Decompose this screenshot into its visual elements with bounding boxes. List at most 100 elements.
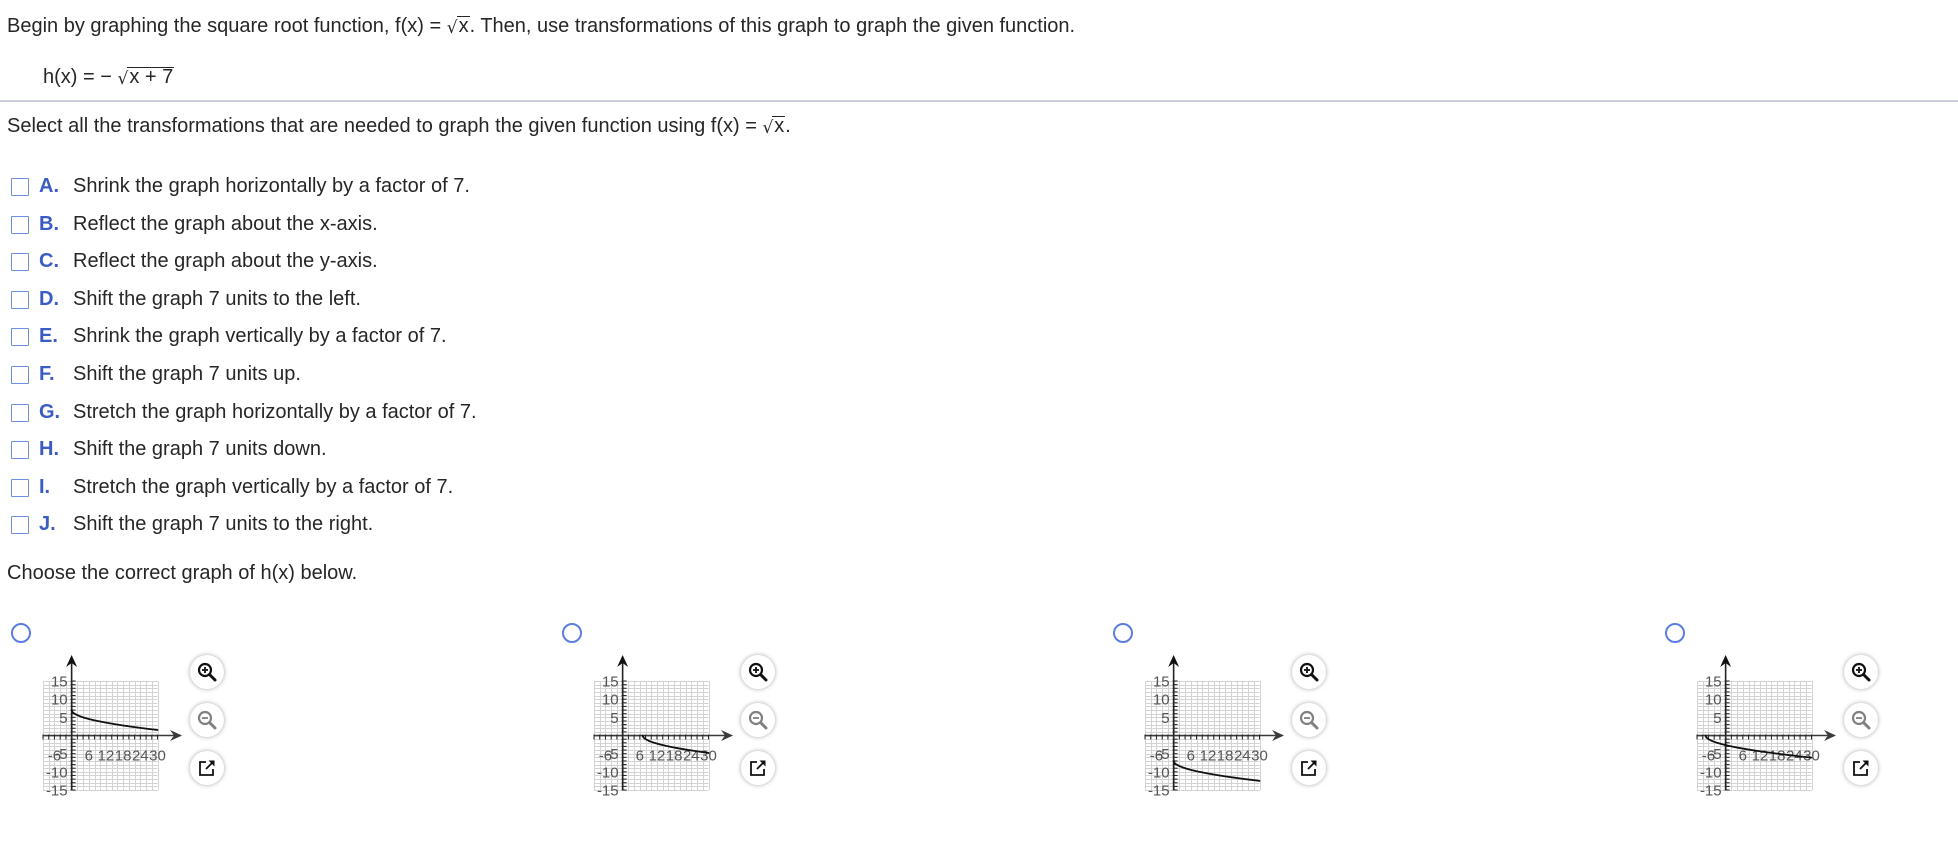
- x-tick-label: 18: [1217, 748, 1234, 765]
- option-letter: A.: [39, 175, 59, 197]
- option-g[interactable]: G. Stretch the graph horizontally by a f…: [0, 400, 700, 424]
- option-i[interactable]: I. Stretch the graph vertically by a fac…: [0, 475, 700, 499]
- graph-choice-3: 15 10 5 -5 -10 -15 -6 6 12 18 24 30: [1102, 600, 1362, 820]
- option-d[interactable]: D. Shift the graph 7 units to the left.: [0, 287, 700, 311]
- x-tick-label: 30: [1803, 748, 1820, 765]
- x-tick-label: 18: [666, 748, 683, 765]
- y-tick-label: 10: [51, 692, 68, 709]
- x-tick-label: 30: [149, 748, 166, 765]
- option-b[interactable]: B. Reflect the graph about the x-axis.: [0, 212, 700, 236]
- zoom-in-icon: [1851, 662, 1871, 682]
- given-function-sign: −: [100, 66, 118, 88]
- option-text[interactable]: Stretch the graph vertically by a factor…: [73, 475, 453, 499]
- y-tick-label: 10: [1705, 692, 1722, 709]
- option-checkbox[interactable]: [11, 178, 29, 196]
- y-tick-label: 15: [602, 674, 619, 691]
- option-e[interactable]: E. Shrink the graph vertically by a fact…: [0, 324, 700, 348]
- zoom-out-button[interactable]: [741, 703, 775, 737]
- zoom-in-icon: [197, 662, 217, 682]
- option-h[interactable]: H. Shift the graph 7 units down.: [0, 437, 700, 461]
- x-tick-label: 18: [1769, 748, 1786, 765]
- question-intro: Begin by graphing the square root functi…: [7, 14, 1075, 39]
- option-text[interactable]: Shrink the graph vertically by a factor …: [73, 324, 447, 348]
- option-text[interactable]: Stretch the graph horizontally by a fact…: [73, 400, 477, 424]
- open-graph-window-button[interactable]: [741, 751, 775, 785]
- option-letter: B.: [39, 212, 59, 235]
- x-tick-label: 12: [98, 748, 115, 765]
- sqrt-expression: √x: [447, 14, 470, 39]
- x-tick-label: 12: [1200, 748, 1217, 765]
- popout-icon: [1853, 760, 1869, 776]
- zoom-out-icon: [1299, 710, 1319, 730]
- option-letter: D.: [39, 287, 59, 310]
- x-tick-label: 6: [1187, 748, 1195, 765]
- option-text[interactable]: Shift the graph 7 units to the right.: [73, 512, 373, 536]
- option-checkbox[interactable]: [11, 253, 29, 272]
- zoom-in-button[interactable]: [1292, 655, 1326, 689]
- option-text[interactable]: Shift the graph 7 units up.: [73, 362, 301, 386]
- graph-1: 15105-5-10-15-6 6 12 18 24 30: [42, 655, 182, 800]
- option-j[interactable]: J. Shift the graph 7 units to the right.: [0, 512, 700, 536]
- open-graph-window-button[interactable]: [190, 751, 224, 785]
- option-checkbox[interactable]: [11, 366, 29, 384]
- zoom-in-button[interactable]: [741, 655, 775, 689]
- x-tick-label: 24: [1234, 748, 1251, 765]
- option-f[interactable]: F. Shift the graph 7 units up.: [0, 362, 700, 386]
- y-tick-label: -10: [1700, 764, 1722, 781]
- radicand: x + 7: [127, 66, 175, 88]
- option-letter: C.: [39, 250, 59, 273]
- option-checkbox[interactable]: [11, 290, 29, 309]
- y-tick-label: 5: [59, 710, 67, 727]
- zoom-out-button[interactable]: [1844, 703, 1878, 737]
- option-text[interactable]: Shift the graph 7 units down.: [73, 437, 327, 461]
- option-letter: F.: [39, 363, 55, 385]
- zoom-out-button[interactable]: [190, 703, 224, 737]
- option-a[interactable]: A. Shrink the graph horizontally by a fa…: [0, 174, 700, 198]
- option-checkbox[interactable]: [11, 328, 29, 347]
- given-function: h(x) = − √x + 7: [43, 65, 175, 90]
- open-graph-window-button[interactable]: [1292, 751, 1326, 785]
- zoom-out-button[interactable]: [1292, 703, 1326, 737]
- zoom-in-button[interactable]: [1844, 655, 1878, 689]
- zoom-in-button[interactable]: [190, 655, 224, 689]
- option-checkbox[interactable]: [11, 478, 29, 497]
- radical-sign: √: [446, 18, 458, 38]
- option-checkbox[interactable]: [11, 403, 29, 422]
- y-tick-label: 5: [1161, 710, 1169, 727]
- intro-text-before: Begin by graphing the square root functi…: [7, 15, 447, 37]
- option-text[interactable]: Reflect the graph about the y-axis.: [73, 249, 378, 273]
- x-tick-label: 6: [636, 748, 644, 765]
- y-tick-label: -15: [1148, 783, 1170, 800]
- option-checkbox[interactable]: [11, 441, 29, 460]
- graph-choice-2: 15 10 5 -5 -10 -15 -6 6 12 18 24 30: [551, 600, 811, 820]
- graph-choice-1: 15 10 5 -5 -10 -15 -6 6 12 18 24 30: [0, 600, 260, 820]
- option-text[interactable]: Reflect the graph about the x-axis.: [73, 212, 378, 236]
- graph-3: 15105-5-10-15-6 6 12 18 24 30: [1144, 655, 1284, 800]
- option-letter: H.: [39, 438, 59, 461]
- prompt-text-before: Select all the transformations that are …: [7, 115, 763, 137]
- x-tick-label: -6: [599, 748, 612, 765]
- x-tick-label: 18: [115, 748, 132, 765]
- y-tick-label: -15: [597, 783, 619, 800]
- given-function-lhs: h(x) =: [43, 66, 101, 88]
- zoom-in-icon: [1299, 662, 1319, 682]
- y-tick-label: -15: [46, 783, 68, 800]
- x-tick-label: -6: [48, 748, 61, 765]
- option-checkbox[interactable]: [11, 516, 29, 535]
- option-letter: I.: [39, 475, 51, 498]
- y-tick-label: -10: [597, 764, 619, 781]
- y-tick-label: -10: [46, 764, 68, 781]
- option-text[interactable]: Shrink the graph horizontally by a facto…: [73, 174, 470, 198]
- graph-4: 15105-5-10-15-6 6 12 18 24 30: [1696, 655, 1836, 800]
- radicand: x: [456, 15, 470, 37]
- option-checkbox[interactable]: [11, 215, 29, 234]
- option-text[interactable]: Shift the graph 7 units to the left.: [73, 287, 361, 311]
- y-tick-label: 15: [1705, 674, 1722, 691]
- x-tick-label: 12: [649, 748, 666, 765]
- transformations-prompt: Select all the transformations that are …: [7, 114, 791, 139]
- x-tick-label: -6: [1702, 748, 1715, 765]
- open-graph-window-button[interactable]: [1844, 751, 1878, 785]
- sqrt-expression: √x: [762, 114, 786, 139]
- y-tick-label: -15: [1700, 783, 1722, 800]
- option-c[interactable]: C. Reflect the graph about the y-axis.: [0, 249, 700, 273]
